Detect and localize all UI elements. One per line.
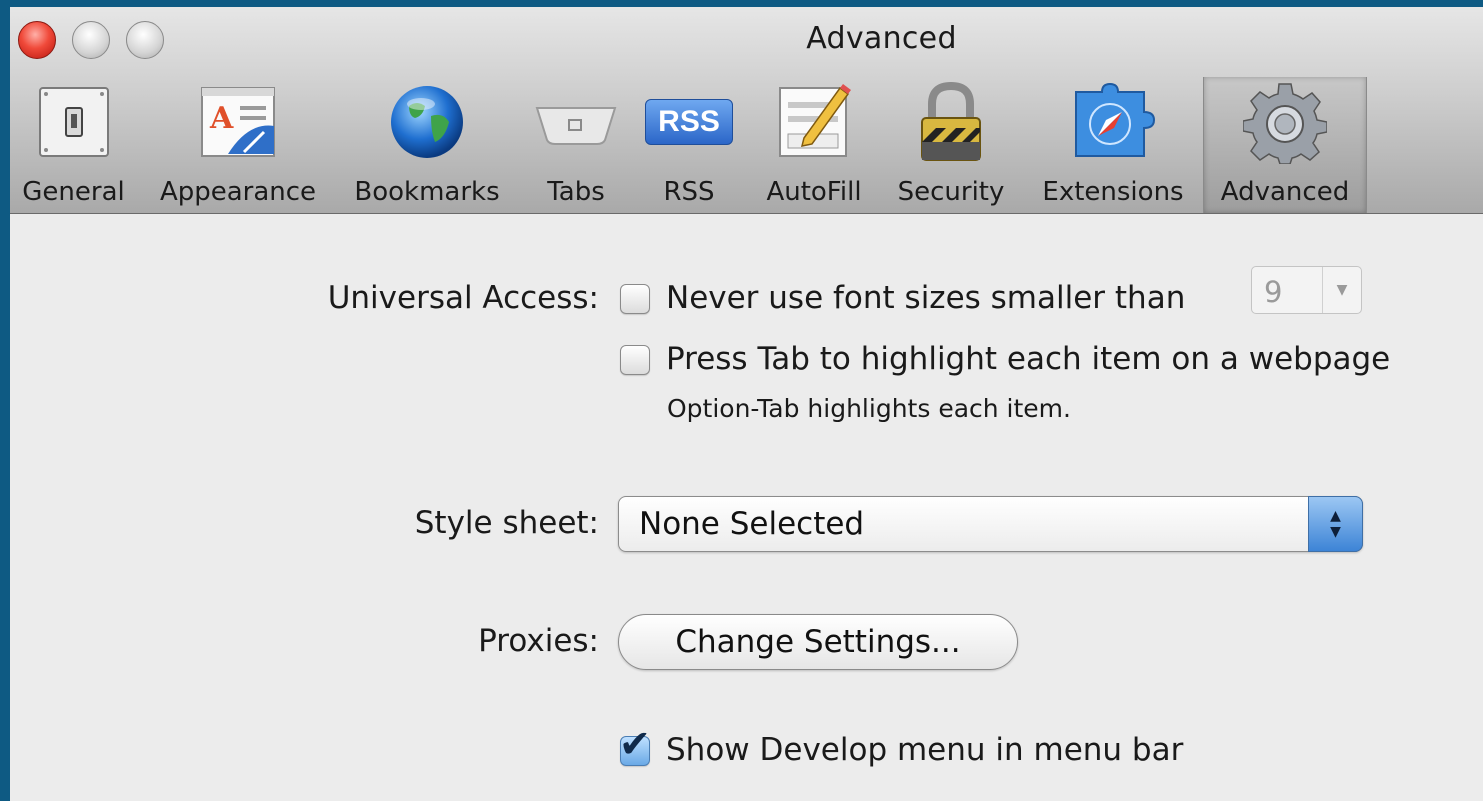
tab-security-label: Security [897,177,1005,207]
tab-bookmarks-label: Bookmarks [354,177,500,207]
rss-badge: RSS [645,99,733,145]
change-settings-button[interactable]: Change Settings... [618,614,1018,670]
proxies-label: Proxies: [478,623,599,659]
appearance-icon: A [193,77,283,167]
min-font-size-text: Never use font sizes smaller than [666,280,1186,316]
tab-appearance[interactable]: A Appearance [153,77,323,213]
extensions-puzzle-icon [1068,77,1158,167]
develop-menu-checkbox[interactable]: ✔ [619,725,651,766]
tab-highlight-hint: Option-Tab highlights each item. [667,394,1071,423]
tab-advanced[interactable]: Advanced [1203,77,1367,213]
tab-extensions-label: Extensions [1042,177,1184,207]
checkmark-icon: ✔ [619,722,651,766]
padlock-icon [906,77,996,167]
min-font-size-checkbox[interactable] [620,284,650,314]
tab-rss-label: RSS [663,177,715,207]
gear-icon [1240,77,1330,167]
chevron-down-icon: ▼ [1322,267,1361,313]
general-switch-icon [29,77,119,167]
tabs-icon [531,77,621,167]
tab-appearance-label: Appearance [159,177,317,207]
rss-icon: RSS [644,77,734,167]
tab-general-label: General [22,177,125,207]
preferences-toolbar: Advanced General A Appearance Bookmarks … [10,7,1483,214]
style-sheet-label: Style sheet: [414,505,599,541]
tab-rss[interactable]: RSS RSS [642,77,736,213]
tab-highlight-text: Press Tab to highlight each item on a we… [666,341,1391,377]
universal-access-label: Universal Access: [327,280,599,316]
tab-bookmarks[interactable]: Bookmarks [347,77,507,213]
tab-general[interactable]: General [10,77,137,213]
min-font-size-select[interactable]: 9 ▼ [1251,266,1362,314]
style-sheet-value: None Selected [639,506,865,542]
develop-menu-text: Show Develop menu in menu bar [666,732,1184,768]
tab-advanced-label: Advanced [1220,177,1350,207]
window-title: Advanced [806,21,957,56]
tab-tabs-label: Tabs [547,177,605,207]
style-sheet-select[interactable]: None Selected ▲ ▼ [618,496,1363,552]
autofill-pencil-icon [769,77,859,167]
tab-autofill[interactable]: AutoFill [754,77,874,213]
svg-text:A: A [209,101,234,136]
globe-icon [382,77,472,167]
tab-tabs[interactable]: Tabs [532,77,620,213]
advanced-pane: Universal Access: Never use font sizes s… [10,214,1483,801]
up-down-arrows-icon: ▲ ▼ [1308,496,1363,552]
min-font-size-value: 9 [1264,275,1283,309]
tab-security[interactable]: Security [892,77,1010,213]
tab-extensions[interactable]: Extensions [1033,77,1193,213]
tab-autofill-label: AutoFill [766,177,862,207]
tab-highlight-checkbox[interactable] [620,345,650,375]
preferences-window: Advanced General A Appearance Bookmarks … [10,7,1483,801]
